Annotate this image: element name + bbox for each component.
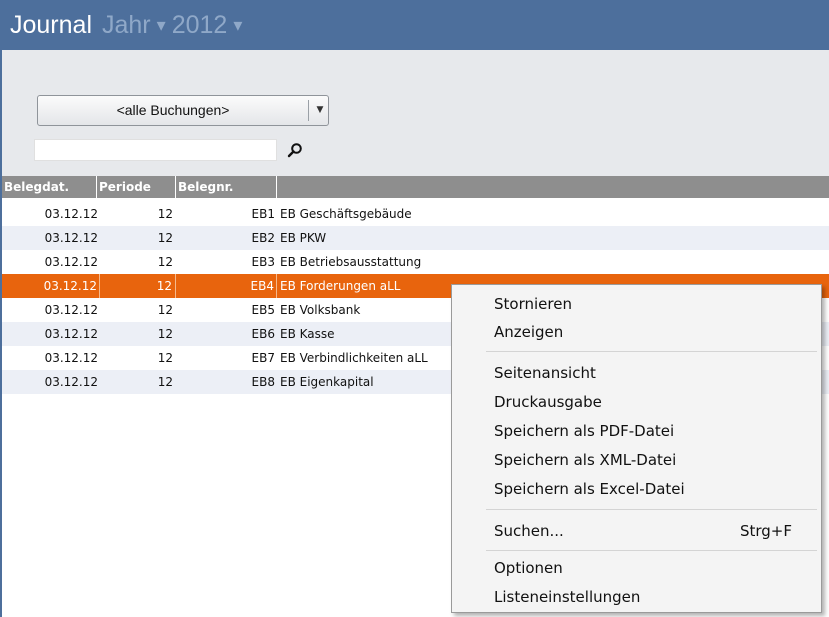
booking-filter-dropdown[interactable]: <alle Buchungen> ▼ — [37, 95, 329, 126]
column-header-belegdat[interactable]: Belegdat. — [2, 176, 97, 198]
cell-belegnr: EB6 — [251, 327, 275, 341]
cell-period: 12 — [157, 351, 173, 365]
cell-date: 03.12.12 — [44, 351, 98, 365]
column-header-text[interactable] — [277, 176, 829, 198]
cell-date: 03.12.12 — [44, 255, 98, 269]
cell-period: 12 — [157, 303, 173, 317]
menu-item-optionen[interactable]: Optionen — [494, 555, 804, 581]
cell-belegnr: EB1 — [251, 207, 275, 221]
cell-period: 12 — [157, 327, 173, 341]
cell-belegnr: EB8 — [251, 375, 275, 389]
column-header-periode[interactable]: Periode — [97, 176, 176, 198]
cell-date: 03.12.12 — [44, 327, 98, 341]
menu-item-druckausgabe[interactable]: Druckausgabe — [494, 389, 804, 415]
cell-text: EB Volksbank — [280, 303, 361, 317]
menu-item-save-excel[interactable]: Speichern als Excel-Datei — [494, 476, 804, 502]
menu-item-suchen[interactable]: Suchen... Strg+F — [494, 518, 804, 544]
cell-belegnr: EB7 — [251, 351, 275, 365]
context-menu: Stornieren Anzeigen Seitenansicht Drucka… — [451, 284, 822, 613]
cell-period: 12 — [157, 255, 173, 269]
magnifier-icon[interactable] — [287, 142, 303, 158]
cell-period: 12 — [157, 231, 173, 245]
cell-text: EB Geschäftsgebäude — [280, 207, 412, 221]
dropdown-divider — [308, 100, 309, 121]
year-value[interactable]: 2012 — [172, 11, 228, 40]
journal-window: Journal Jahr ▾ 2012 ▾ <alle Buchungen> ▼… — [0, 0, 829, 617]
table-row[interactable]: 03.12.12 12 EB1 EB Geschäftsgebäude — [2, 202, 829, 226]
menu-item-label: Suchen... — [494, 522, 564, 540]
menu-item-seitenansicht[interactable]: Seitenansicht — [494, 360, 804, 386]
cell-text: EB Forderungen aLL — [280, 279, 401, 293]
table-row[interactable]: 03.12.12 12 EB2 EB PKW — [2, 226, 829, 250]
cell-text: EB Kasse — [280, 327, 335, 341]
cell-period: 12 — [100, 274, 176, 298]
cell-period: 12 — [157, 207, 173, 221]
menu-item-save-pdf[interactable]: Speichern als PDF-Datei — [494, 418, 804, 444]
cell-period: 12 — [157, 375, 173, 389]
caret-down-icon[interactable]: ▾ — [157, 15, 166, 36]
table-row[interactable]: 03.12.12 12 EB3 EB Betriebsausstattung — [2, 250, 829, 274]
menu-item-stornieren[interactable]: Stornieren — [494, 291, 804, 317]
column-header-belegnr[interactable]: Belegnr. — [176, 176, 277, 198]
menu-separator — [486, 509, 817, 510]
cell-date: 03.12.12 — [44, 375, 98, 389]
menu-separator — [486, 550, 817, 551]
cell-text: EB PKW — [280, 231, 327, 245]
menu-item-anzeigen[interactable]: Anzeigen — [494, 319, 804, 345]
cell-date: 03.12.12 — [44, 231, 98, 245]
dropdown-selected-value: <alle Buchungen> — [116, 102, 230, 118]
cell-text: EB Betriebsausstattung — [280, 255, 422, 269]
cell-belegnr: EB3 — [251, 255, 275, 269]
cell-belegnr: EB4 — [176, 274, 277, 298]
table-header: Belegdat. Periode Belegnr. — [2, 176, 829, 198]
menu-shortcut: Strg+F — [739, 522, 792, 540]
cell-text: EB Verbindlichkeiten aLL — [280, 351, 428, 365]
chevron-down-icon[interactable]: ▼ — [314, 96, 326, 125]
cell-belegnr: EB2 — [251, 231, 275, 245]
menu-item-listeneinstellungen[interactable]: Listeneinstellungen — [494, 584, 804, 610]
cell-belegnr: EB5 — [251, 303, 275, 317]
menu-item-save-xml[interactable]: Speichern als XML-Datei — [494, 447, 804, 473]
caret-down-icon[interactable]: ▾ — [233, 15, 242, 36]
cell-date: 03.12.12 — [2, 274, 100, 298]
cell-date: 03.12.12 — [44, 207, 98, 221]
cell-date: 03.12.12 — [44, 303, 98, 317]
page-title: Journal — [10, 10, 92, 39]
search-input[interactable] — [34, 139, 277, 161]
menu-separator — [486, 351, 817, 352]
year-label[interactable]: Jahr — [102, 11, 151, 40]
cell-text: EB Eigenkapital — [280, 375, 374, 389]
title-bar: Journal Jahr ▾ 2012 ▾ — [0, 0, 829, 50]
